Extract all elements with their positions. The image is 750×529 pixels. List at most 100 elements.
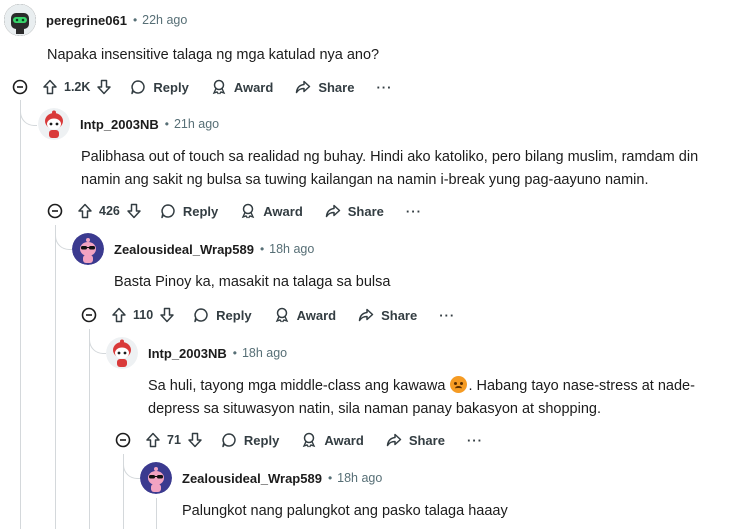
timestamp[interactable]: 21h ago: [174, 117, 219, 131]
avatar[interactable]: [72, 233, 104, 265]
thread-connector: [55, 233, 72, 250]
more-options-button[interactable]: ···: [406, 204, 422, 219]
separator-dot: •: [232, 346, 237, 360]
thread-connector: [20, 109, 37, 126]
minus-circle-icon: [47, 203, 63, 219]
avatar[interactable]: [140, 462, 172, 494]
comment-text-part: Sa huli, tayong mga middle-class ang kaw…: [148, 378, 450, 394]
pink-sunglasses-snoo-icon: [72, 233, 104, 265]
red-helmet-snoo-icon: [106, 337, 138, 369]
award-button[interactable]: Award: [274, 307, 337, 323]
pink-sunglasses-snoo-icon: [140, 462, 172, 494]
comment-header: Zealousideal_Wrap589 • 18h ago: [140, 462, 382, 494]
award-icon: [212, 79, 226, 95]
username[interactable]: Zealousideal_Wrap589: [182, 471, 322, 486]
reply-label: Reply: [182, 203, 219, 219]
reply-label: Reply: [243, 432, 280, 448]
minus-circle-icon: [81, 307, 97, 323]
thread-connector: [123, 462, 140, 479]
minus-circle-icon: [12, 79, 28, 95]
comment-actions: 71 Reply Award Share ···: [115, 428, 483, 452]
comment-text: Basta Pinoy ka, masakit na talaga sa bul…: [114, 274, 391, 290]
share-button[interactable]: Share: [358, 307, 417, 323]
share-label: Share: [347, 203, 384, 219]
share-label: Share: [381, 307, 418, 323]
downvote-icon[interactable]: [96, 79, 112, 95]
share-arrow-icon: [386, 433, 402, 447]
comment-text: Palungkot nang palungkot ang pasko talag…: [182, 503, 508, 519]
award-icon: [303, 432, 316, 448]
more-options-button[interactable]: ···: [376, 80, 392, 95]
more-options-button[interactable]: ···: [467, 433, 483, 448]
speech-bubble-icon: [161, 204, 175, 219]
username[interactable]: Intp_2003NB: [148, 346, 227, 361]
reply-label: Reply: [153, 79, 189, 95]
award-label: Award: [296, 307, 337, 323]
vote-count: 1.2K: [64, 80, 91, 94]
thread-line: [156, 498, 157, 529]
award-button[interactable]: Award: [240, 203, 303, 219]
award-button[interactable]: Award: [211, 79, 273, 95]
downvote-icon[interactable]: [126, 203, 142, 219]
award-label: Award: [324, 432, 364, 448]
comment-actions: 1.2K Reply Award Share ···: [12, 75, 392, 99]
downvote-icon[interactable]: [159, 307, 175, 323]
share-arrow-icon: [296, 80, 311, 94]
upvote-icon[interactable]: [42, 79, 58, 95]
username[interactable]: Zealousideal_Wrap589: [114, 242, 254, 257]
speech-bubble-icon: [131, 80, 146, 95]
thread-line: [89, 329, 90, 529]
share-label: Share: [408, 432, 445, 448]
share-button[interactable]: Share: [295, 79, 354, 95]
award-icon: [275, 307, 288, 323]
collapse-button[interactable]: [115, 432, 131, 448]
award-button[interactable]: Award: [301, 432, 364, 448]
timestamp[interactable]: 22h ago: [142, 13, 187, 27]
award-label: Award: [263, 203, 303, 219]
comment-text: Sa huli, tayong mga middle-class ang kaw…: [148, 375, 728, 421]
separator-dot: •: [164, 117, 169, 131]
reply-button[interactable]: Reply: [130, 79, 189, 95]
collapse-button[interactable]: [47, 203, 63, 219]
share-button[interactable]: Share: [386, 432, 445, 448]
share-button[interactable]: Share: [325, 203, 384, 219]
share-arrow-icon: [358, 308, 374, 322]
comment-header: peregrine061 • 22h ago: [4, 4, 187, 36]
green-visor-robot-icon: [4, 4, 36, 36]
reply-button[interactable]: Reply: [160, 203, 218, 219]
comment-actions: 426 Reply Award Share ···: [47, 199, 422, 223]
comment-text: Palibhasa out of touch sa realidad ng bu…: [81, 149, 699, 188]
upvote-icon[interactable]: [77, 203, 93, 219]
collapse-button[interactable]: [81, 307, 97, 323]
reply-button[interactable]: Reply: [221, 432, 279, 448]
minus-circle-icon: [115, 432, 131, 448]
collapse-button[interactable]: [12, 79, 28, 95]
sad-face-emoji-icon: [450, 376, 468, 393]
timestamp[interactable]: 18h ago: [337, 471, 382, 485]
share-label: Share: [318, 79, 355, 95]
comment-actions: 110 Reply Award Share ···: [81, 303, 455, 327]
thread-connector: [89, 337, 106, 354]
timestamp[interactable]: 18h ago: [242, 346, 287, 360]
downvote-icon[interactable]: [187, 432, 203, 448]
separator-dot: •: [327, 471, 333, 485]
username[interactable]: peregrine061: [46, 13, 127, 28]
vote-count: 110: [133, 308, 154, 322]
upvote-icon[interactable]: [145, 432, 161, 448]
comment-header: Zealousideal_Wrap589 • 18h ago: [72, 233, 314, 265]
vote-controls: 1.2K: [42, 79, 112, 95]
vote-controls: 110: [111, 307, 175, 323]
thread-line: [20, 100, 21, 529]
reply-button[interactable]: Reply: [193, 307, 252, 323]
timestamp[interactable]: 18h ago: [269, 242, 314, 256]
vote-count: 71: [167, 433, 181, 447]
separator-dot: •: [132, 13, 138, 27]
more-options-button[interactable]: ···: [439, 308, 455, 323]
comment-text: Napaka insensitive talaga ng mga katulad…: [47, 47, 380, 63]
avatar[interactable]: [38, 108, 70, 140]
upvote-icon[interactable]: [111, 307, 127, 323]
username[interactable]: Intp_2003NB: [80, 117, 159, 132]
avatar[interactable]: [106, 337, 138, 369]
vote-count: 426: [99, 204, 120, 218]
avatar[interactable]: [4, 4, 36, 36]
